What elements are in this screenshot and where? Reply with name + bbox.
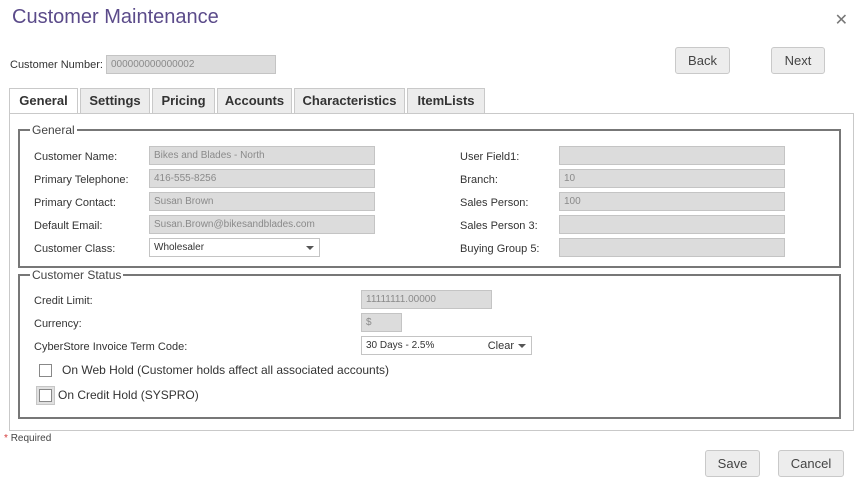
customer-status-group: Customer Status Credit Limit: 11111111.0… — [18, 268, 841, 419]
chevron-down-icon — [306, 246, 314, 250]
sales-person-field[interactable]: 100 — [559, 192, 785, 211]
sales-person-label: Sales Person: — [460, 197, 529, 209]
chevron-down-icon — [518, 344, 526, 348]
primary-telephone-label: Primary Telephone: — [34, 174, 129, 186]
required-star: * — [4, 433, 8, 444]
tab-panel-general: General Customer Name: Bikes and Blades … — [9, 113, 854, 431]
cancel-button[interactable]: Cancel — [778, 450, 844, 477]
customer-status-legend: Customer Status — [30, 268, 124, 282]
credit-hold-checkbox[interactable] — [39, 389, 52, 402]
web-hold-checkbox[interactable] — [39, 364, 52, 377]
tab-accounts[interactable]: Accounts — [217, 88, 292, 113]
credit-limit-label: Credit Limit: — [34, 295, 93, 307]
customer-class-select[interactable]: Wholesaler — [149, 238, 320, 257]
tab-itemlists[interactable]: ItemLists — [407, 88, 485, 113]
customer-class-label: Customer Class: — [34, 243, 116, 255]
close-icon[interactable]: ✕ — [835, 10, 848, 30]
branch-field[interactable]: 10 — [559, 169, 785, 188]
sales-person-3-label: Sales Person 3: — [460, 220, 538, 232]
tab-characteristics[interactable]: Characteristics — [294, 88, 405, 113]
back-button[interactable]: Back — [675, 47, 730, 74]
next-button[interactable]: Next — [771, 47, 825, 74]
currency-label: Currency: — [34, 318, 82, 330]
customer-name-field[interactable]: Bikes and Blades - North — [149, 146, 375, 165]
buying-group-5-label: Buying Group 5: — [460, 243, 540, 255]
user-field1-label: User Field1: — [460, 151, 520, 163]
customer-number-label: Customer Number: — [10, 59, 103, 71]
required-note: * Required — [4, 433, 51, 444]
dialog-title: Customer Maintenance — [12, 6, 219, 28]
sales-person-3-field[interactable] — [559, 215, 785, 234]
currency-field[interactable]: $ — [361, 313, 402, 332]
term-code-label: CyberStore Invoice Term Code: — [34, 341, 188, 353]
credit-limit-field[interactable]: 11111111.00000 — [361, 290, 492, 309]
credit-hold-checkbox-wrapper — [36, 386, 55, 405]
customer-name-label: Customer Name: — [34, 151, 118, 163]
term-code-select[interactable]: 30 Days - 2.5% Clear — [361, 336, 532, 355]
tab-settings[interactable]: Settings — [80, 88, 150, 113]
primary-contact-label: Primary Contact: — [34, 197, 116, 209]
buying-group-5-field[interactable] — [559, 238, 785, 257]
primary-contact-field[interactable]: Susan Brown — [149, 192, 375, 211]
general-legend: General — [30, 123, 77, 137]
general-group: General Customer Name: Bikes and Blades … — [18, 123, 841, 268]
user-field1-field[interactable] — [559, 146, 785, 165]
tab-general[interactable]: General — [9, 88, 78, 114]
branch-label: Branch: — [460, 174, 498, 186]
default-email-label: Default Email: — [34, 220, 103, 232]
customer-number-field[interactable]: 000000000000002 — [106, 55, 276, 74]
web-hold-label: On Web Hold (Customer holds affect all a… — [62, 363, 390, 377]
term-code-value: 30 Days - 2.5% — [366, 340, 435, 351]
customer-class-value: Wholesaler — [154, 242, 205, 253]
credit-hold-label: On Credit Hold (SYSPRO) — [58, 388, 199, 402]
required-label: Required — [10, 433, 52, 444]
clear-link[interactable]: Clear — [488, 339, 514, 353]
save-button[interactable]: Save — [705, 450, 760, 477]
tab-pricing[interactable]: Pricing — [152, 88, 215, 113]
default-email-field[interactable]: Susan.Brown@bikesandblades.com — [149, 215, 375, 234]
primary-telephone-field[interactable]: 416-555-8256 — [149, 169, 375, 188]
